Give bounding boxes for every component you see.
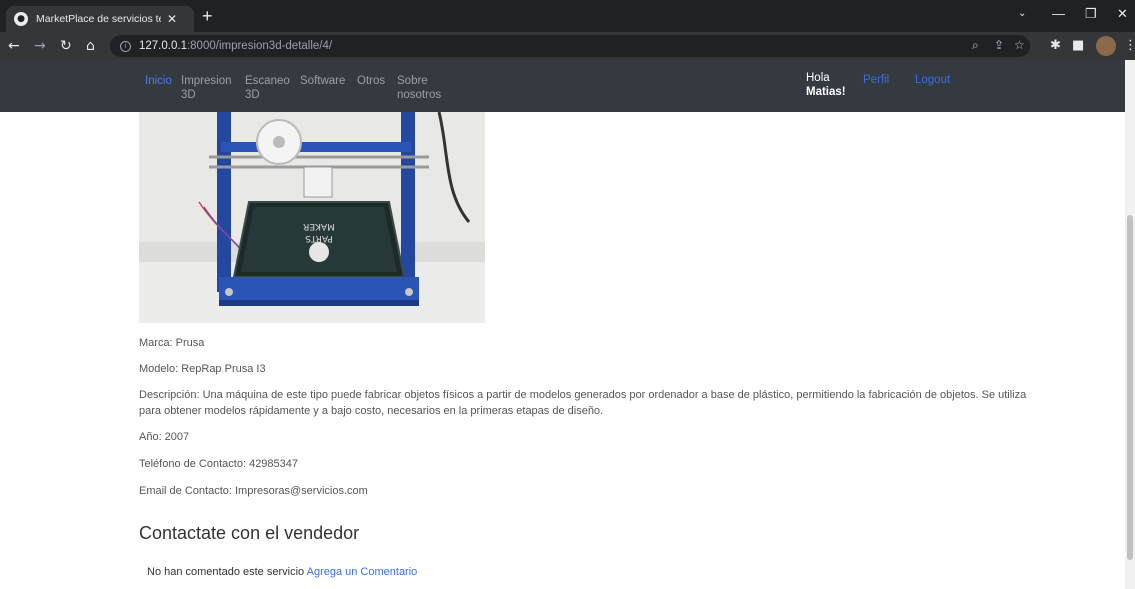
new-tab-icon[interactable]: + (202, 7, 213, 25)
url-host: 127.0.0.1 (139, 40, 187, 52)
site-navbar: Inicio Impresion 3D Escaneo 3D Software Ot… (0, 60, 1125, 112)
product-email: Email de Contacto: Impresoras@servicios.… (139, 485, 368, 497)
close-window-icon[interactable]: ✕ (1117, 6, 1128, 22)
address-bar[interactable]: i 127.0.0.1:8000/impresion3d-detalle/4/ … (110, 35, 1030, 57)
restore-icon[interactable]: ❐ (1085, 6, 1097, 22)
side-panel-icon[interactable]: ■ (1072, 38, 1084, 53)
zoom-icon[interactable]: ⌕ (972, 38, 979, 53)
svg-text:PARTS: PARTS (305, 233, 333, 243)
nav-sobre-nosotros[interactable]: Sobre nosotros (397, 74, 441, 102)
nav-impresion-3d[interactable]: Impresion 3D (181, 74, 232, 102)
product-image: MAKER PARTS (139, 112, 485, 323)
product-model: Modelo: RepRap Prusa I3 (139, 363, 266, 375)
product-year: Año: 2007 (139, 431, 190, 443)
comments-empty-message: No han comentado este servicio Agrega un… (147, 566, 417, 578)
nav-otros[interactable]: Otros (357, 74, 385, 88)
nav-software[interactable]: Software (300, 74, 345, 88)
nav-escaneo-3d[interactable]: Escaneo 3D (245, 74, 290, 102)
url-path: :8000/impresion3d-detalle/4/ (186, 40, 333, 52)
share-icon[interactable]: ⇪ (994, 38, 1004, 52)
no-comments-text: No han comentado este servicio (147, 566, 305, 578)
product-phone: Teléfono de Contacto: 42985347 (139, 458, 299, 470)
forward-icon[interactable]: → (34, 37, 46, 55)
user-greeting: Hola Matias! (806, 72, 846, 98)
tab-search-icon[interactable]: ⌄ (1018, 8, 1026, 19)
globe-icon: ● (14, 12, 28, 26)
contact-section-title: Contactate con el vendedor (139, 523, 360, 543)
browser-toolbar: ← → ↻ ⌂ i 127.0.0.1:8000/impresion3d-det… (0, 32, 1135, 60)
browser-titlebar: ● MarketPlace de servicios tecnoló ✕ + ⌄… (0, 0, 1135, 32)
nav-inicio[interactable]: Inicio (145, 74, 172, 88)
close-tab-icon[interactable]: ✕ (167, 12, 177, 26)
reload-icon[interactable]: ↻ (60, 37, 72, 55)
add-comment-link[interactable]: Agrega un Comentario (307, 566, 418, 578)
scrollbar-thumb[interactable] (1127, 215, 1133, 560)
minimize-icon[interactable]: — (1052, 6, 1065, 21)
site-info-icon[interactable]: i (120, 40, 131, 52)
menu-dots-icon[interactable]: ⋮ (1124, 38, 1135, 53)
back-icon[interactable]: ← (8, 37, 20, 55)
extensions-icon[interactable]: ✱ (1050, 38, 1061, 53)
browser-tab[interactable]: ● MarketPlace de servicios tecnoló ✕ (6, 6, 194, 32)
product-brand: Marca: Prusa (139, 337, 205, 349)
svg-text:MAKER: MAKER (303, 221, 335, 231)
product-description: Descripción: Una máquina de este tipo pu… (139, 389, 1027, 417)
nav-logout[interactable]: Logout (915, 74, 950, 86)
profile-avatar[interactable] (1096, 36, 1116, 56)
bookmark-star-icon[interactable]: ☆ (1014, 38, 1025, 52)
nav-perfil[interactable]: Perfil (863, 74, 889, 86)
home-icon[interactable]: ⌂ (86, 37, 95, 55)
tab-title: MarketPlace de servicios tecnoló (36, 13, 161, 25)
